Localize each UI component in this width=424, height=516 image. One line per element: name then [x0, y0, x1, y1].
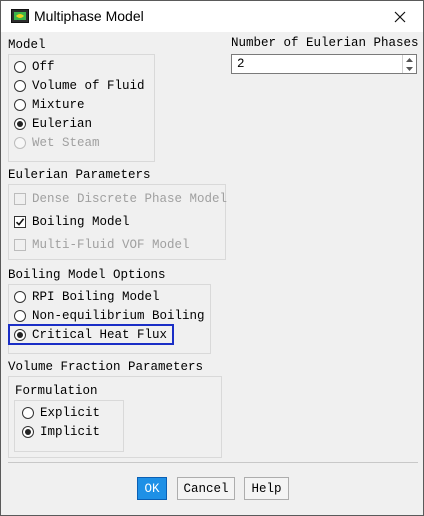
- multiphase-model-dialog: Multiphase Model Model Off Volume of Flu…: [0, 0, 424, 516]
- rpi-boiling-option[interactable]: RPI Boiling Model: [14, 288, 160, 306]
- option-label: Wet Steam: [32, 136, 100, 150]
- radio-button[interactable]: [14, 291, 26, 303]
- close-icon[interactable]: [377, 1, 423, 32]
- checkbox-disabled: [14, 193, 26, 205]
- spin-arrows[interactable]: [402, 55, 416, 73]
- radio-button[interactable]: [22, 407, 34, 419]
- radio-button[interactable]: [14, 99, 26, 111]
- model-option-off[interactable]: Off: [14, 58, 55, 76]
- radio-button-selected[interactable]: [22, 426, 34, 438]
- formulation-label: Formulation: [15, 384, 98, 398]
- option-label: Mixture: [32, 98, 85, 112]
- radio-button-selected[interactable]: [14, 118, 26, 130]
- volume-fraction-label: Volume Fraction Parameters: [8, 360, 204, 374]
- phases-spinbox[interactable]: 2: [231, 54, 417, 74]
- cancel-button[interactable]: Cancel: [177, 477, 235, 500]
- option-label: Explicit: [40, 406, 101, 420]
- model-option-eulerian[interactable]: Eulerian: [14, 115, 92, 133]
- option-label: Non-equilibrium Boiling: [32, 309, 205, 323]
- eulerian-params-label: Eulerian Parameters: [8, 168, 151, 182]
- option-label: Eulerian: [32, 117, 93, 131]
- boiling-options-label: Boiling Model Options: [8, 268, 166, 282]
- radio-button-disabled: [14, 137, 26, 149]
- option-label: Volume of Fluid: [32, 79, 145, 93]
- help-button[interactable]: Help: [244, 477, 289, 500]
- model-option-wet-steam: Wet Steam: [14, 134, 100, 152]
- option-label: Dense Discrete Phase Model: [32, 192, 228, 206]
- option-label: Boiling Model: [32, 215, 130, 229]
- radio-button[interactable]: [14, 80, 26, 92]
- footer-separator: [8, 462, 418, 463]
- radio-button[interactable]: [14, 310, 26, 322]
- phases-value[interactable]: 2: [237, 57, 245, 71]
- multi-fluid-vof-checkbox: Multi-Fluid VOF Model: [14, 236, 190, 254]
- multiphase-app-icon: [11, 9, 29, 23]
- model-option-volume-of-fluid[interactable]: Volume of Fluid: [14, 77, 145, 95]
- option-label: Off: [32, 60, 55, 74]
- window-title: Multiphase Model: [34, 8, 144, 24]
- checkmark-icon[interactable]: [14, 216, 26, 228]
- checkbox-disabled: [14, 239, 26, 251]
- title-bar: Multiphase Model: [1, 1, 423, 32]
- model-group-label: Model: [8, 38, 46, 52]
- option-label: Critical Heat Flux: [32, 328, 168, 342]
- dense-discrete-phase-checkbox: Dense Discrete Phase Model: [14, 190, 227, 208]
- radio-button-selected[interactable]: [14, 329, 26, 341]
- critical-heat-flux-option[interactable]: Critical Heat Flux: [14, 326, 167, 344]
- arrow-down-icon[interactable]: [403, 64, 416, 73]
- option-label: Multi-Fluid VOF Model: [32, 238, 190, 252]
- ok-button[interactable]: OK: [137, 477, 167, 500]
- implicit-option[interactable]: Implicit: [22, 423, 100, 441]
- non-equilibrium-boiling-option[interactable]: Non-equilibrium Boiling: [14, 307, 205, 325]
- arrow-up-icon[interactable]: [403, 55, 416, 64]
- explicit-option[interactable]: Explicit: [22, 404, 100, 422]
- option-label: RPI Boiling Model: [32, 290, 160, 304]
- radio-button[interactable]: [14, 61, 26, 73]
- option-label: Implicit: [40, 425, 101, 439]
- model-option-mixture[interactable]: Mixture: [14, 96, 85, 114]
- phases-label: Number of Eulerian Phases: [231, 36, 419, 50]
- boiling-model-checkbox[interactable]: Boiling Model: [14, 213, 130, 231]
